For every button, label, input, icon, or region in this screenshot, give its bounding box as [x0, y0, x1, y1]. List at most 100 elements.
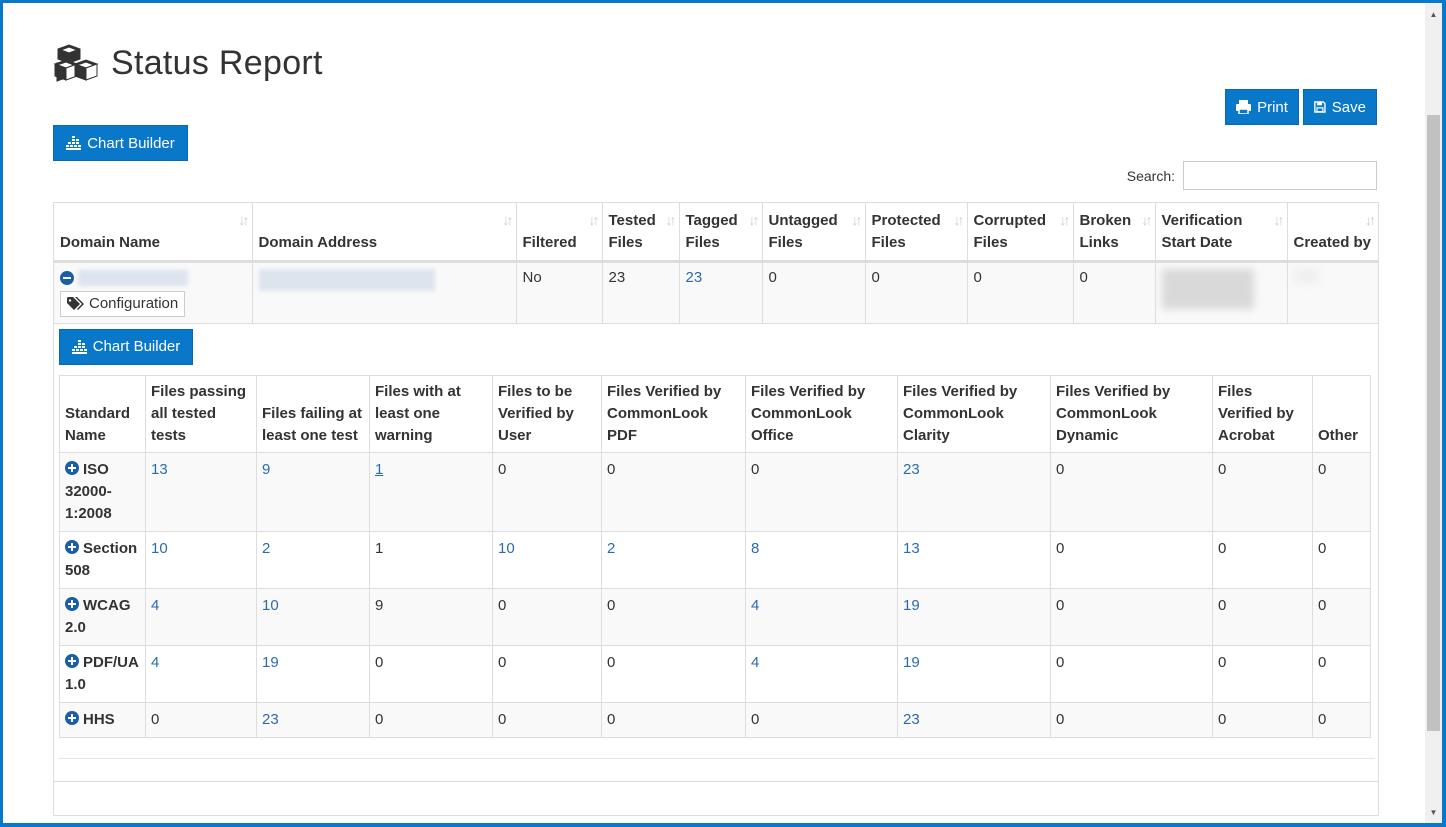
cell-filtered: No — [516, 261, 603, 324]
cell-value[interactable]: 4 — [145, 587, 257, 646]
cell-standard-name[interactable]: WCAG 2.0 — [59, 587, 146, 646]
standard-name-label[interactable]: HHS — [83, 711, 115, 728]
cell-value[interactable]: 23 — [256, 701, 370, 738]
expand-icon[interactable] — [65, 653, 79, 668]
collapse-icon[interactable] — [60, 270, 74, 285]
cell-value[interactable]: 10 — [492, 530, 602, 589]
cell-value-text[interactable]: 19 — [903, 597, 920, 614]
cell-value: 0 — [1212, 644, 1313, 703]
cell-value-text[interactable]: 2 — [607, 540, 615, 557]
cell-value: 0 — [601, 451, 746, 532]
column-header-verification-start-date[interactable]: Verification Start Date ↓↑ — [1155, 203, 1288, 263]
cell-value: 9 — [369, 587, 493, 646]
cell-value-text[interactable]: 10 — [151, 540, 168, 557]
cell-value-text[interactable]: 1 — [375, 461, 383, 478]
cell-value-text[interactable]: 23 — [262, 711, 279, 728]
scroll-up-arrow-icon[interactable]: ▲ — [1425, 6, 1442, 22]
cell-value[interactable]: 19 — [897, 587, 1051, 646]
cell-value-text: 0 — [1318, 596, 1327, 614]
cell-value-text[interactable]: 19 — [903, 654, 920, 671]
cell-value: 0 — [369, 701, 493, 738]
cell-value-text: 0 — [498, 653, 507, 671]
cell-value-text: 0 — [498, 460, 507, 478]
detail-chart-builder-button[interactable]: Chart Builder — [59, 328, 193, 365]
cell-value-text[interactable]: 13 — [151, 461, 168, 478]
column-header-domain-address[interactable]: Domain Address ↓↑ — [252, 203, 517, 263]
expand-icon[interactable] — [65, 460, 79, 475]
cell-tagged-files[interactable]: 23 — [679, 261, 763, 324]
cell-value-text[interactable]: 8 — [751, 540, 759, 557]
cell-value[interactable]: 19 — [897, 644, 1051, 703]
cell-value[interactable]: 1 — [369, 451, 493, 532]
cell-value-text[interactable]: 4 — [151, 654, 159, 671]
cell-value-text[interactable]: 10 — [262, 597, 279, 614]
cell-value[interactable]: 9 — [256, 451, 370, 532]
cell-value-text[interactable]: 10 — [498, 540, 515, 557]
cell-value-text: 0 — [1218, 710, 1227, 728]
expand-icon[interactable] — [65, 596, 79, 611]
cell-value[interactable]: 13 — [145, 451, 257, 532]
column-header-filtered[interactable]: Filtered ↓↑ — [516, 203, 603, 263]
column-header-standard-name: Standard Name — [59, 374, 146, 453]
cell-value-text[interactable]: 2 — [262, 540, 270, 557]
cell-value-text[interactable]: 13 — [903, 540, 920, 557]
save-button[interactable]: Save — [1303, 89, 1377, 125]
cell-standard-name[interactable]: ISO 32000-1:2008 — [59, 451, 146, 532]
cell-value-text[interactable]: 4 — [151, 597, 159, 614]
cell-value-text[interactable]: 23 — [903, 461, 920, 478]
column-header-broken-links[interactable]: Broken Links ↓↑ — [1073, 203, 1156, 263]
search-input[interactable] — [1183, 161, 1377, 190]
cell-value[interactable]: 10 — [145, 530, 257, 589]
cell-value-text[interactable]: 4 — [751, 597, 759, 614]
column-header-created-by[interactable]: Created by ↓↑ — [1287, 203, 1378, 263]
column-header-commonlook-office: Files Verified by CommonLook Office — [745, 374, 898, 453]
tags-icon — [67, 296, 84, 310]
print-button[interactable]: Print — [1225, 89, 1299, 125]
status-table-container: Domain Name ↓↑ Domain Address ↓↑ Filtered ↓… — [53, 202, 1379, 816]
cell-value[interactable]: 4 — [745, 587, 898, 646]
cell-value-text: 0 — [607, 653, 616, 671]
scroll-down-arrow-icon[interactable]: ▼ — [1425, 804, 1442, 820]
cell-value-text[interactable]: 19 — [262, 654, 279, 671]
cell-value[interactable]: 19 — [256, 644, 370, 703]
cell-value[interactable]: 4 — [145, 644, 257, 703]
column-header-tagged-files[interactable]: Tagged Files ↓↑ — [679, 203, 763, 263]
vertical-scrollbar[interactable]: ▲ ▼ — [1425, 3, 1442, 823]
cell-domain-name: Configuration — [54, 261, 253, 324]
cell-standard-name[interactable]: PDF/UA 1.0 — [59, 644, 146, 703]
cell-value-text[interactable]: 4 — [751, 654, 759, 671]
cell-value[interactable]: 2 — [256, 530, 370, 589]
column-header-protected-files[interactable]: Protected Files ↓↑ — [865, 203, 968, 263]
cell-value[interactable]: 4 — [745, 644, 898, 703]
column-header-domain-name[interactable]: Domain Name ↓↑ — [54, 203, 253, 263]
cell-value-text[interactable]: 9 — [262, 461, 270, 478]
cell-value[interactable]: 13 — [897, 530, 1051, 589]
cell-standard-name[interactable]: Section 508 — [59, 530, 146, 589]
cell-value[interactable]: 2 — [601, 530, 746, 589]
column-header-verified-by-user: Files to be Verified by User — [492, 374, 602, 453]
cell-value[interactable]: 23 — [897, 701, 1051, 738]
cell-value[interactable]: 23 — [897, 451, 1051, 532]
expand-icon[interactable] — [65, 539, 79, 554]
cell-value-text: 0 — [1056, 539, 1065, 557]
standards-row: Section 508 10 2 1 10 2 8 13 0 0 0 — [59, 530, 1371, 589]
column-header-untagged-files[interactable]: Untagged Files ↓↑ — [762, 203, 866, 263]
column-header-corrupted-files[interactable]: Corrupted Files ↓↑ — [967, 203, 1074, 263]
column-header-tested-files[interactable]: Tested Files ↓↑ — [602, 203, 680, 263]
cell-value[interactable]: 10 — [256, 587, 370, 646]
table-header-row: Domain Name ↓↑ Domain Address ↓↑ Filtered ↓… — [54, 203, 1378, 263]
cell-standard-name[interactable]: HHS — [59, 701, 146, 738]
cell-value[interactable]: 8 — [745, 530, 898, 589]
detail-chart-builder-label: Chart Builder — [92, 338, 181, 356]
scrollbar-thumb[interactable] — [1427, 115, 1440, 731]
cell-value-text: 0 — [1218, 460, 1227, 478]
cell-value-text[interactable]: 23 — [903, 711, 920, 728]
domain-name-redacted[interactable] — [78, 269, 189, 286]
standards-row: WCAG 2.0 4 10 9 0 0 4 19 0 0 0 — [59, 587, 1371, 646]
cell-value-text: 0 — [375, 710, 384, 728]
created-by-redacted — [1293, 268, 1318, 283]
configuration-button[interactable]: Configuration — [60, 290, 186, 317]
expand-icon[interactable] — [65, 710, 79, 725]
detail-row: Chart Builder Standard Name Files passin… — [54, 323, 1378, 782]
chart-builder-button[interactable]: Chart Builder — [53, 125, 188, 161]
